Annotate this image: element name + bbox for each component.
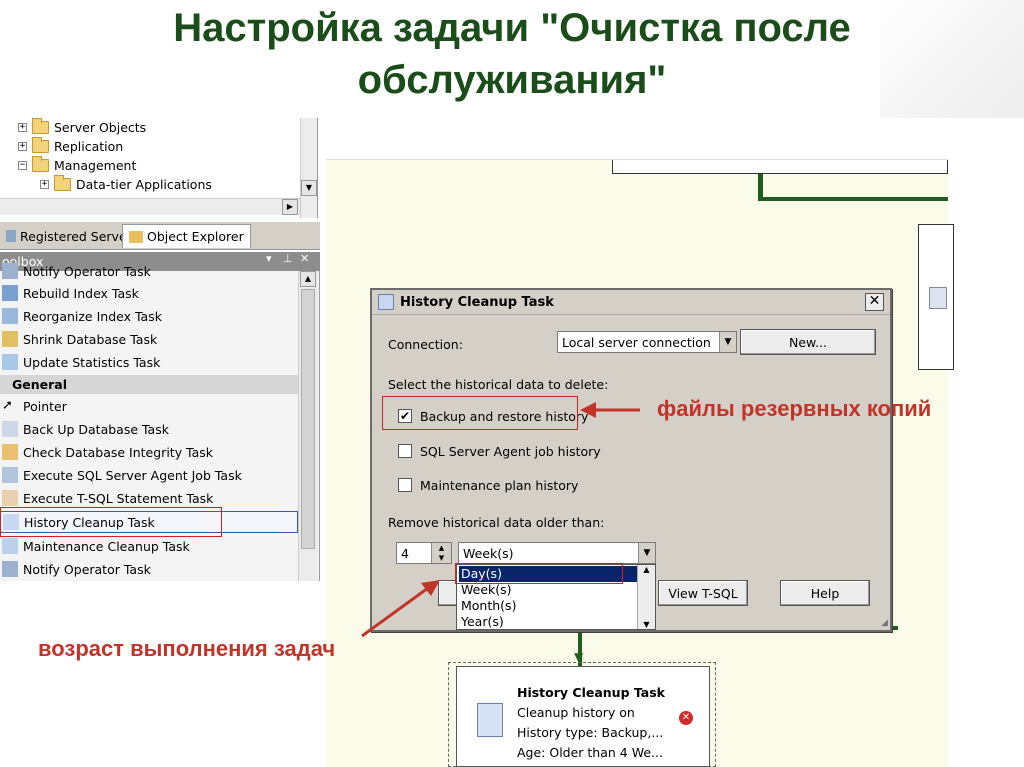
arrow-head-icon — [580, 402, 596, 418]
arrow-head-icon — [421, 580, 440, 596]
arrow-line — [361, 586, 429, 638]
annotation-backup-files: файлы резервных копий — [657, 396, 932, 421]
annotation-task-age: возраст выполнения задач — [38, 636, 336, 661]
